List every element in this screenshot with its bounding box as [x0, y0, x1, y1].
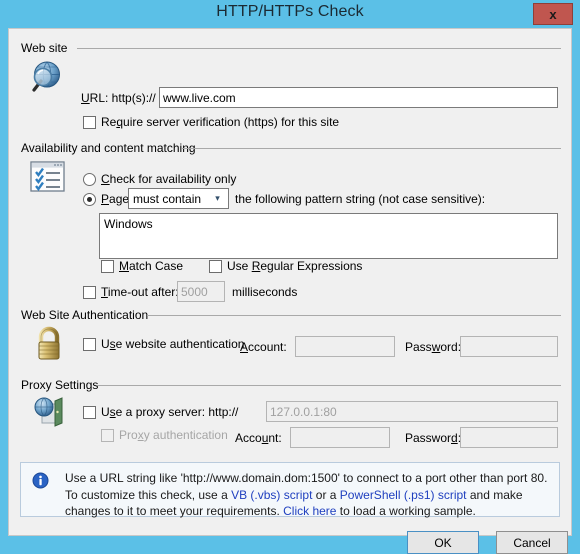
- page-label: Page: [101, 192, 130, 206]
- click-here-link[interactable]: Click here: [283, 504, 336, 518]
- use-proxy-checkbox[interactable]: Use a proxy server: http://: [83, 405, 238, 419]
- use-regex-box[interactable]: [209, 259, 222, 273]
- check-availability-label: Check for availability only: [101, 172, 237, 186]
- group-proxy-divider: [97, 385, 561, 386]
- auth-account-input[interactable]: [295, 336, 395, 357]
- match-case-box[interactable]: [101, 259, 114, 273]
- proxy-password-label: Password:: [405, 431, 461, 445]
- auth-account-label: Account:: [240, 340, 287, 354]
- match-mode-value: must contain: [133, 191, 202, 206]
- page-radio[interactable]: [83, 192, 96, 206]
- use-website-auth-checkbox[interactable]: Use website authentication: [83, 337, 244, 351]
- pattern-suffix-label: the following pattern string (not case s…: [235, 192, 486, 206]
- timeout-checkbox[interactable]: Time-out after:: [83, 285, 179, 299]
- use-regex-checkbox[interactable]: Use Regular Expressions: [209, 259, 362, 273]
- info-icon: [32, 472, 49, 492]
- group-authentication-label: Web Site Authentication: [19, 308, 153, 322]
- proxy-password-input[interactable]: [460, 427, 558, 448]
- group-availability: Availability and content matching: [19, 141, 561, 155]
- checklist-window-icon: [29, 160, 67, 197]
- group-authentication: Web Site Authentication: [19, 308, 561, 322]
- use-proxy-label: Use a proxy server: http://: [101, 405, 239, 419]
- match-case-checkbox[interactable]: Match Case: [101, 259, 183, 273]
- match-mode-select[interactable]: must contain ▾: [128, 188, 229, 209]
- group-proxy-label: Proxy Settings: [19, 378, 103, 392]
- title-bar: HTTP/HTTPs Check x: [0, 0, 580, 28]
- radio-check-availability[interactable]: Check for availability only: [83, 172, 236, 186]
- url-input[interactable]: [159, 87, 558, 108]
- powershell-script-link[interactable]: PowerShell (.ps1) script: [340, 488, 467, 502]
- proxy-auth-checkbox[interactable]: Proxy authentication: [101, 428, 228, 442]
- dialog-window: HTTP/HTTPs Check x Web site URL: http(s)…: [0, 0, 580, 554]
- proxy-auth-label: Proxy authentication: [119, 428, 228, 442]
- info-panel: Use a URL string like 'http://www.domain…: [20, 462, 560, 520]
- check-availability-radio[interactable]: [83, 172, 96, 186]
- dialog-title: HTTP/HTTPs Check: [216, 3, 364, 20]
- proxy-auth-box[interactable]: [101, 428, 114, 442]
- group-website-label: Web site: [19, 41, 72, 55]
- chevron-down-icon[interactable]: ▾: [210, 189, 225, 208]
- use-website-auth-box[interactable]: [83, 337, 96, 351]
- require-verification-label: Require server verification (https) for …: [101, 115, 340, 129]
- globe-search-icon: [26, 59, 66, 100]
- ok-button[interactable]: OK: [407, 531, 479, 554]
- pattern-textarea[interactable]: [99, 213, 558, 259]
- cancel-button[interactable]: Cancel: [496, 531, 568, 554]
- timeout-input[interactable]: [177, 281, 225, 302]
- globe-door-icon: [31, 394, 69, 431]
- use-regex-label: Use Regular Expressions: [227, 259, 363, 273]
- info-text: Use a URL string like 'http://www.domain…: [65, 470, 551, 520]
- proxy-account-label: Account:: [235, 431, 282, 445]
- require-verification-checkbox[interactable]: Require server verification (https) for …: [83, 115, 339, 129]
- timeout-label: Time-out after:: [101, 285, 179, 299]
- timeout-box[interactable]: [83, 285, 96, 299]
- group-availability-divider: [182, 148, 561, 149]
- dialog-client-area: Web site URL: http(s):// www.live.com Re…: [8, 28, 572, 554]
- require-verification-box[interactable]: [83, 115, 96, 129]
- group-availability-label: Availability and content matching: [19, 141, 200, 155]
- url-label: URL: http(s)://: [81, 91, 156, 105]
- radio-page[interactable]: Page: [83, 192, 129, 206]
- close-button[interactable]: x: [533, 3, 573, 25]
- padlock-icon: [32, 325, 66, 364]
- match-case-label: Match Case: [119, 259, 184, 273]
- group-website-divider: [77, 48, 561, 49]
- group-website: Web site: [19, 41, 561, 55]
- group-proxy: Proxy Settings: [19, 378, 561, 392]
- timeout-units-label: milliseconds: [232, 285, 298, 299]
- use-website-auth-label: Use website authentication: [101, 337, 245, 351]
- auth-password-label: Password:: [405, 340, 462, 354]
- group-authentication-divider: [147, 315, 561, 316]
- vb-script-link[interactable]: VB (.vbs) script: [231, 488, 312, 502]
- info-text-part4: to load a working sample.: [336, 504, 476, 518]
- proxy-account-input[interactable]: [290, 427, 390, 448]
- proxy-server-input[interactable]: [266, 401, 558, 422]
- use-proxy-box[interactable]: [83, 405, 96, 419]
- info-text-part2: or a: [312, 487, 340, 502]
- auth-password-input[interactable]: [460, 336, 558, 357]
